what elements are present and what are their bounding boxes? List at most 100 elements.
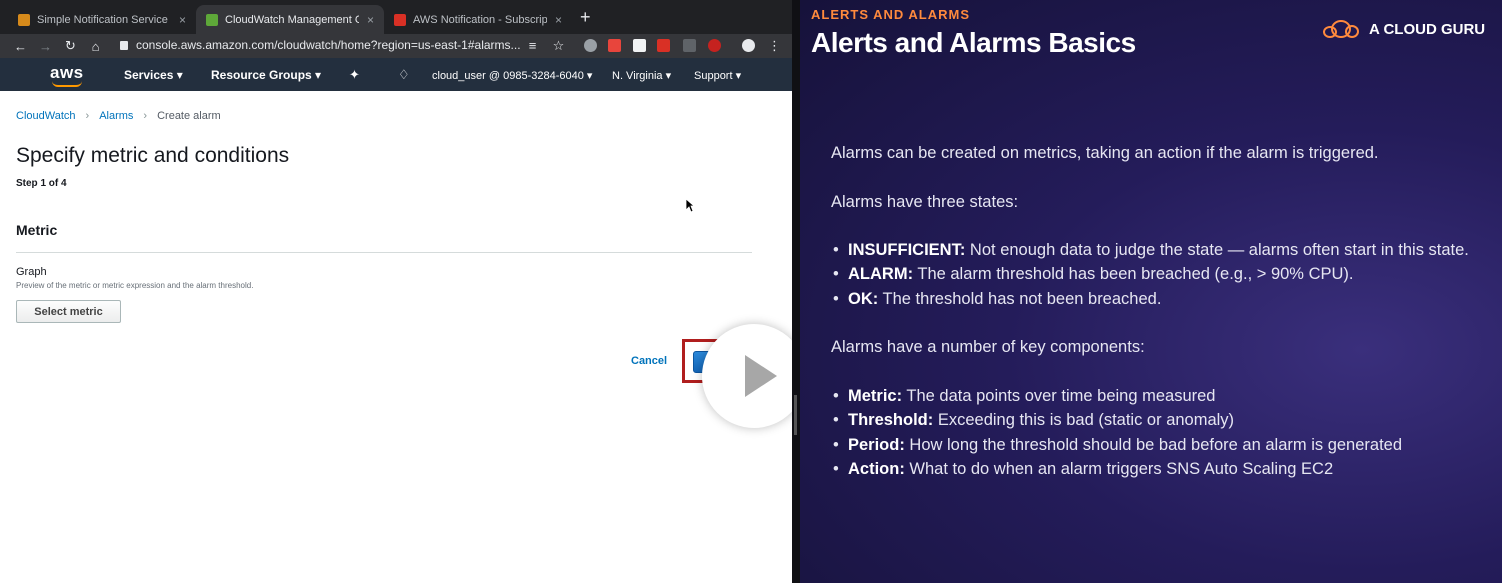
- region-menu[interactable]: N. Virginia ▾: [612, 69, 671, 82]
- tab-cloudwatch[interactable]: CloudWatch Management Con ×: [196, 5, 385, 34]
- component-bullet-threshold: Threshold: Exceeding this is bad (static…: [831, 408, 1481, 433]
- reload-icon[interactable]: ↻: [58, 38, 83, 54]
- bullet-text: The alarm threshold has been breached (e…: [913, 265, 1354, 284]
- support-menu[interactable]: Support ▾: [694, 69, 741, 82]
- extension-icon[interactable]: [608, 39, 621, 52]
- bookmark-star-icon[interactable]: ☆: [546, 38, 571, 54]
- bullet-term: INSUFFICIENT:: [848, 241, 966, 260]
- brand-name: A CLOUD GURU: [1369, 20, 1486, 38]
- state-bullet-alarm: ALARM: The alarm threshold has been brea…: [831, 262, 1481, 287]
- home-icon[interactable]: ⌂: [83, 39, 108, 54]
- bullet-text: Exceeding this is bad (static or anomaly…: [933, 411, 1235, 430]
- lecture-slide: ALERTS AND ALARMS Alerts and Alarms Basi…: [800, 0, 1502, 583]
- panel-divider: [792, 0, 800, 583]
- bullet-term: Metric:: [848, 386, 903, 405]
- console-content: CloudWatch › Alarms › Create alarm Specify m…: [0, 91, 792, 583]
- step-indicator: Step 1 of 4: [16, 178, 67, 189]
- tab-strip: Simple Notification Service × CloudWatch…: [0, 0, 792, 34]
- browser-window: Simple Notification Service × CloudWatch…: [0, 0, 792, 583]
- menu-kebab-icon[interactable]: ⋮: [762, 38, 787, 54]
- tab-aws-notification[interactable]: AWS Notification - Subscriptio ×: [384, 5, 572, 34]
- chevron-down-icon: ▾: [586, 70, 593, 82]
- aws-favicon-icon: [18, 13, 30, 26]
- aws-console-nav: aws Services ▾ Resource Groups ▾ ✦ ♢ clo…: [0, 58, 792, 91]
- bullet-term: Period:: [848, 435, 905, 454]
- aws-logo-smile: [52, 81, 82, 87]
- resource-groups-menu[interactable]: Resource Groups ▾: [211, 68, 321, 82]
- select-metric-button[interactable]: Select metric: [16, 300, 121, 323]
- close-icon[interactable]: ×: [367, 13, 374, 27]
- tab-title: CloudWatch Management Con: [225, 13, 359, 26]
- forward-arrow-icon[interactable]: →: [33, 39, 58, 54]
- close-icon[interactable]: ×: [555, 13, 562, 27]
- address-bar: ← → ↻ ⌂ console.aws.amazon.com/cloudwatc…: [0, 34, 792, 58]
- component-bullet-metric: Metric: The data points over time being …: [831, 384, 1481, 409]
- component-bullet-period: Period: How long the threshold should be…: [831, 433, 1481, 458]
- lock-icon: [120, 41, 128, 50]
- component-bullet-action: Action: What to do when an alarm trigger…: [831, 457, 1481, 482]
- back-arrow-icon[interactable]: ←: [8, 39, 33, 54]
- bullet-term: OK:: [848, 289, 879, 308]
- profile-avatar-icon[interactable]: [742, 39, 755, 52]
- extension-icon[interactable]: [633, 39, 646, 52]
- bullet-text: Not enough data to judge the state — ala…: [965, 241, 1469, 260]
- scrollbar-thumb[interactable]: [794, 395, 797, 435]
- tab-title: AWS Notification - Subscriptio: [413, 13, 547, 26]
- slide-intro: Alarms can be created on metrics, taking…: [831, 144, 1379, 162]
- cloudwatch-favicon-icon: [206, 13, 218, 26]
- account-menu[interactable]: cloud_user @ 0985-3284-6040 ▾: [432, 69, 592, 82]
- chevron-down-icon: ▾: [735, 70, 742, 82]
- brand-logo: A CLOUD GURU: [1323, 20, 1485, 38]
- services-menu[interactable]: Services ▾: [124, 68, 183, 82]
- aws-logo[interactable]: aws: [50, 63, 84, 83]
- breadcrumb-current: Create alarm: [157, 110, 221, 122]
- extension-icon[interactable]: [657, 39, 670, 52]
- slide-body: Alarms can be created on metrics, taking…: [831, 141, 1481, 481]
- play-icon: [745, 355, 777, 397]
- chevron-down-icon: ▾: [176, 68, 183, 82]
- bullet-text: How long the threshold should be bad bef…: [904, 435, 1403, 454]
- extension-icon[interactable]: [708, 39, 721, 52]
- services-label: Services: [124, 68, 174, 82]
- chevron-right-icon: ›: [85, 110, 90, 122]
- section-heading-metric: Metric: [16, 222, 58, 238]
- reader-icon[interactable]: ≡: [520, 38, 545, 53]
- graph-label: Graph: [16, 266, 47, 278]
- support-label: Support: [694, 70, 733, 82]
- gmail-favicon-icon: [394, 13, 406, 26]
- page-title: Specify metric and conditions: [16, 144, 290, 167]
- bullet-text: What to do when an alarm triggers SNS Au…: [904, 459, 1334, 478]
- state-bullet-ok: OK: The threshold has not been breached.: [831, 287, 1481, 312]
- mouse-pointer-icon: [685, 198, 695, 213]
- tab-title: Simple Notification Service: [37, 13, 168, 26]
- graph-description: Preview of the metric or metric expressi…: [16, 281, 254, 290]
- close-icon[interactable]: ×: [179, 13, 186, 27]
- breadcrumb-alarms[interactable]: Alarms: [99, 110, 133, 122]
- extension-icon[interactable]: [584, 39, 597, 52]
- slide-kicker: ALERTS AND ALARMS: [811, 7, 971, 22]
- state-bullet-insufficient: INSUFFICIENT: Not enough data to judge t…: [831, 238, 1481, 263]
- breadcrumb-cloudwatch[interactable]: CloudWatch: [16, 110, 76, 122]
- cloud-logo-icon: [1323, 20, 1361, 38]
- section-divider: [16, 252, 752, 253]
- chevron-down-icon: ▾: [665, 70, 672, 82]
- cancel-button[interactable]: Cancel: [631, 355, 667, 367]
- bullet-text: The threshold has not been breached.: [878, 289, 1162, 308]
- components-heading: Alarms have a number of key components:: [831, 338, 1145, 357]
- bullet-text: The data points over time being measured: [902, 386, 1216, 405]
- extension-icon[interactable]: [683, 39, 696, 52]
- tab-simple-notification-service[interactable]: Simple Notification Service ×: [8, 5, 196, 34]
- url-field[interactable]: console.aws.amazon.com/cloudwatch/home?r…: [120, 38, 521, 52]
- breadcrumb: CloudWatch › Alarms › Create alarm: [16, 110, 221, 122]
- resource-groups-label: Resource Groups: [211, 68, 312, 82]
- url-text: console.aws.amazon.com/cloudwatch/home?r…: [136, 38, 521, 52]
- states-heading: Alarms have three states:: [831, 192, 1019, 211]
- pin-icon[interactable]: ✦: [349, 67, 360, 83]
- region-label: N. Virginia: [612, 70, 663, 82]
- chevron-down-icon: ▾: [315, 68, 322, 82]
- bell-icon[interactable]: ♢: [398, 67, 410, 83]
- account-label: cloud_user @ 0985-3284-6040: [432, 70, 584, 82]
- bullet-term: ALARM:: [848, 265, 914, 284]
- slide-title: Alerts and Alarms Basics: [811, 27, 1136, 58]
- new-tab-button[interactable]: +: [580, 7, 591, 27]
